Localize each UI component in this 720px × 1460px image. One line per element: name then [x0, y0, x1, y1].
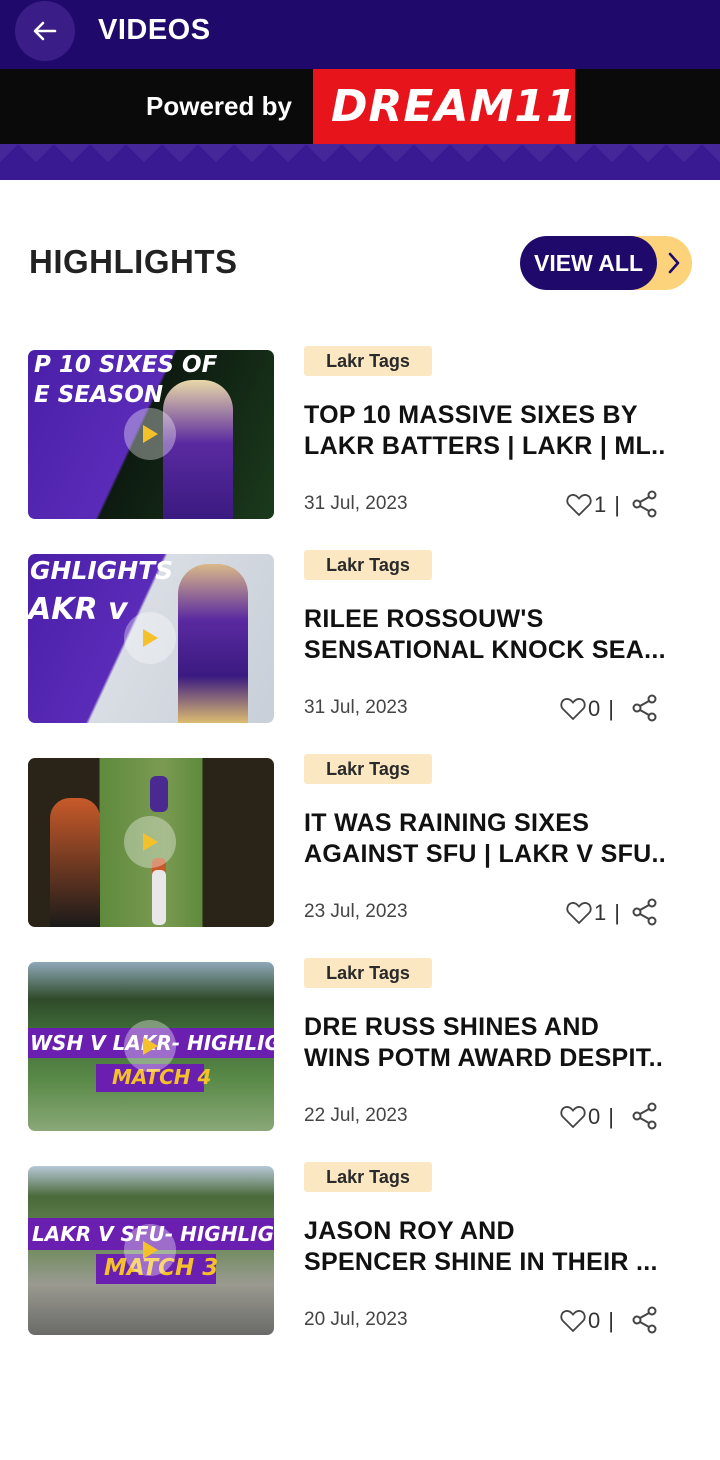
play-button[interactable] — [124, 408, 176, 460]
like-button[interactable]: 0 | — [560, 694, 614, 724]
play-icon — [143, 833, 158, 851]
dream11-logo[interactable]: DREAM11 — [313, 69, 578, 144]
video-title[interactable]: DRE RUSS SHINES AND WINS POTM AWARD DESP… — [304, 1012, 664, 1074]
view-all-button[interactable]: VIEW ALL — [520, 236, 692, 290]
fielder-figure — [50, 798, 100, 927]
chevron-right-icon — [668, 252, 680, 274]
like-count: 0 — [588, 696, 601, 721]
video-thumbnail[interactable]: LAKR V SFU- HIGHLIGHTS MATCH 3 — [28, 1166, 274, 1335]
section-title: HIGHLIGHTS — [29, 243, 238, 280]
heart-icon — [560, 1106, 586, 1129]
play-icon — [143, 1037, 158, 1055]
video-date: 20 Jul, 2023 — [304, 1309, 408, 1330]
video-title[interactable]: TOP 10 MASSIVE SIXES BY LAKR BATTERS | L… — [304, 400, 664, 462]
share-icon — [632, 490, 657, 518]
like-count: 0 — [588, 1104, 601, 1129]
player-figure — [178, 564, 248, 723]
video-tag[interactable]: Lakr Tags — [304, 346, 432, 376]
share-button[interactable] — [632, 694, 658, 727]
divider: | — [608, 1308, 614, 1333]
divider: | — [608, 696, 614, 721]
video-card[interactable]: WSH V LAKR- HIGHLIGHTS MATCH 4 Lakr Tags… — [0, 958, 720, 1135]
video-date: 31 Jul, 2023 — [304, 493, 408, 514]
video-title[interactable]: IT WAS RAINING SIXES AGAINST SFU | LAKR … — [304, 808, 664, 870]
like-button[interactable]: 0 | — [560, 1102, 614, 1132]
video-title-line: IT WAS RAINING SIXES — [304, 809, 590, 837]
video-date: 22 Jul, 2023 — [304, 1105, 408, 1126]
share-button[interactable] — [632, 490, 658, 523]
share-button[interactable] — [632, 898, 658, 931]
view-all-label: VIEW ALL — [520, 236, 657, 290]
heart-icon — [566, 902, 592, 925]
share-icon — [632, 898, 657, 926]
divider: | — [614, 900, 620, 925]
video-card[interactable]: P 10 SIXES OF E SEASON Lakr Tags TOP 10 … — [0, 346, 720, 523]
play-icon — [143, 425, 158, 443]
heart-icon — [560, 1310, 586, 1333]
video-tag[interactable]: Lakr Tags — [304, 958, 432, 988]
video-thumbnail[interactable]: WSH V LAKR- HIGHLIGHTS MATCH 4 — [28, 962, 274, 1131]
video-title-line: LAKR BATTERS | LAKR | ML... — [304, 432, 664, 460]
video-title-line: RILEE ROSSOUW'S — [304, 605, 544, 633]
video-date: 23 Jul, 2023 — [304, 901, 408, 922]
video-tag[interactable]: Lakr Tags — [304, 550, 432, 580]
divider: | — [614, 492, 620, 517]
video-title[interactable]: RILEE ROSSOUW'S SENSATIONAL KNOCK SEA... — [304, 604, 664, 666]
video-title-line: TOP 10 MASSIVE SIXES BY — [304, 401, 638, 429]
thumbnail-caption: P 10 SIXES OF — [34, 352, 218, 378]
video-title-line: JASON ROY AND — [304, 1217, 515, 1245]
play-button[interactable] — [124, 1224, 176, 1276]
play-button[interactable] — [124, 816, 176, 868]
video-title-line: DRE RUSS SHINES AND — [304, 1013, 600, 1041]
thumbnail-caption: GHLIGHTS — [30, 556, 174, 585]
video-tag[interactable]: Lakr Tags — [304, 1162, 432, 1192]
share-icon — [632, 694, 657, 722]
video-card[interactable]: GHLIGHTS AKR v Lakr Tags RILEE ROSSOUW'S… — [0, 550, 720, 727]
video-tag[interactable]: Lakr Tags — [304, 754, 432, 784]
video-title-line: SENSATIONAL KNOCK SEA... — [304, 636, 664, 664]
like-button[interactable]: 1 | — [566, 490, 620, 520]
like-count: 1 — [594, 900, 607, 925]
page-title: VIDEOS — [98, 14, 211, 46]
like-count: 1 — [594, 492, 607, 517]
share-icon — [632, 1102, 657, 1130]
heart-icon — [560, 698, 586, 721]
video-date: 31 Jul, 2023 — [304, 697, 408, 718]
arrow-left-icon — [33, 21, 57, 41]
like-button[interactable]: 1 | — [566, 898, 620, 928]
play-icon — [143, 629, 158, 647]
share-icon — [632, 1306, 657, 1334]
play-icon — [143, 1241, 158, 1259]
umpire-figure — [152, 870, 166, 925]
app-bar: VIDEOS — [0, 0, 720, 69]
heart-icon — [566, 494, 592, 517]
video-thumbnail[interactable]: P 10 SIXES OF E SEASON — [28, 350, 274, 519]
video-thumbnail[interactable] — [28, 758, 274, 927]
video-title-line: WINS POTM AWARD DESPIT... — [304, 1044, 664, 1072]
sponsor-banner: Powered by DREAM11 — [0, 69, 720, 144]
powered-by-label: Powered by — [146, 91, 292, 121]
like-button[interactable]: 0 | — [560, 1306, 614, 1336]
share-button[interactable] — [632, 1306, 658, 1339]
video-title[interactable]: JASON ROY AND SPENCER SHINE IN THEIR ... — [304, 1216, 664, 1278]
video-card[interactable]: LAKR V SFU- HIGHLIGHTS MATCH 3 Lakr Tags… — [0, 1162, 720, 1339]
dream11-wordmark: DREAM11 — [331, 81, 578, 132]
back-button[interactable] — [15, 1, 75, 61]
video-card[interactable]: Lakr Tags IT WAS RAINING SIXES AGAINST S… — [0, 754, 720, 931]
video-title-line: SPENCER SHINE IN THEIR ... — [304, 1248, 658, 1276]
play-button[interactable] — [124, 612, 176, 664]
play-button[interactable] — [124, 1020, 176, 1072]
video-title-line: AGAINST SFU | LAKR V SFU... — [304, 840, 664, 868]
decorative-pattern-strip — [0, 144, 720, 180]
divider: | — [608, 1104, 614, 1129]
batter-figure — [150, 776, 168, 812]
share-button[interactable] — [632, 1102, 658, 1135]
thumbnail-caption: AKR v — [28, 592, 128, 627]
player-figure — [163, 380, 233, 519]
like-count: 0 — [588, 1308, 601, 1333]
thumbnail-caption: E SEASON — [34, 382, 164, 408]
video-thumbnail[interactable]: GHLIGHTS AKR v — [28, 554, 274, 723]
